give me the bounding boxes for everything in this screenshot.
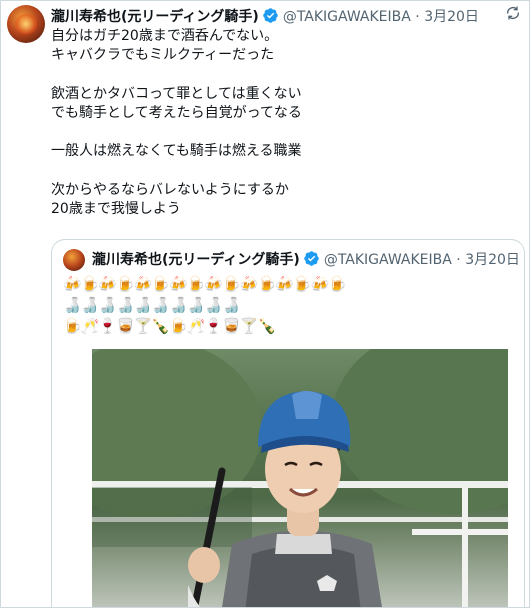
separator: · <box>456 252 461 268</box>
quoted-avatar[interactable] <box>63 249 85 271</box>
tweet-date[interactable]: 3月20日 <box>424 9 479 25</box>
user-handle[interactable]: @TAKIGAWAKEIBA <box>283 9 411 25</box>
verified-badge-icon <box>303 250 320 274</box>
quoted-display-name[interactable]: 瀧川寿希也(元リーディング騎手) <box>92 252 300 268</box>
quoted-date[interactable]: 3月20日 <box>465 252 520 268</box>
quoted-header: 瀧川寿希也(元リーディング騎手) @TAKIGAWAKEIBA · 3月20日 <box>92 249 522 271</box>
quoted-tweet[interactable]: 瀧川寿希也(元リーディング騎手) @TAKIGAWAKEIBA · 3月20日 🍻… <box>51 239 525 607</box>
quoted-emoji-text: 🍻🍺🍻🍺🍻🍺🍻🍺🍻🍺🍻🍺🍻🍺🍻🍺 🍶🍶🍶🍶🍶🍶🍶🍶🍶🍶 🍺🥂🍷🥃🍸🍾🍺🥂🍷🥃🍸🍾 <box>63 275 347 335</box>
tweet-header: 瀧川寿希也(元リーディング騎手) @TAKIGAWAKEIBA · 3月20日 <box>51 6 521 28</box>
tweet-text: 自分はガチ20歳まで酒呑んでない。 キャバクラでもミルクティーだった 飲酒とかタ… <box>51 28 302 217</box>
profile-avatar[interactable] <box>7 5 45 43</box>
display-name[interactable]: 瀧川寿希也(元リーディング騎手) <box>51 9 259 25</box>
separator: · <box>415 9 420 25</box>
sync-icon[interactable] <box>505 5 521 25</box>
quoted-handle[interactable]: @TAKIGAWAKEIBA <box>324 252 452 268</box>
tweet-card[interactable]: 瀧川寿希也(元リーディング騎手) @TAKIGAWAKEIBA · 3月20日 自… <box>0 0 530 608</box>
jockey-photo[interactable] <box>92 349 508 607</box>
